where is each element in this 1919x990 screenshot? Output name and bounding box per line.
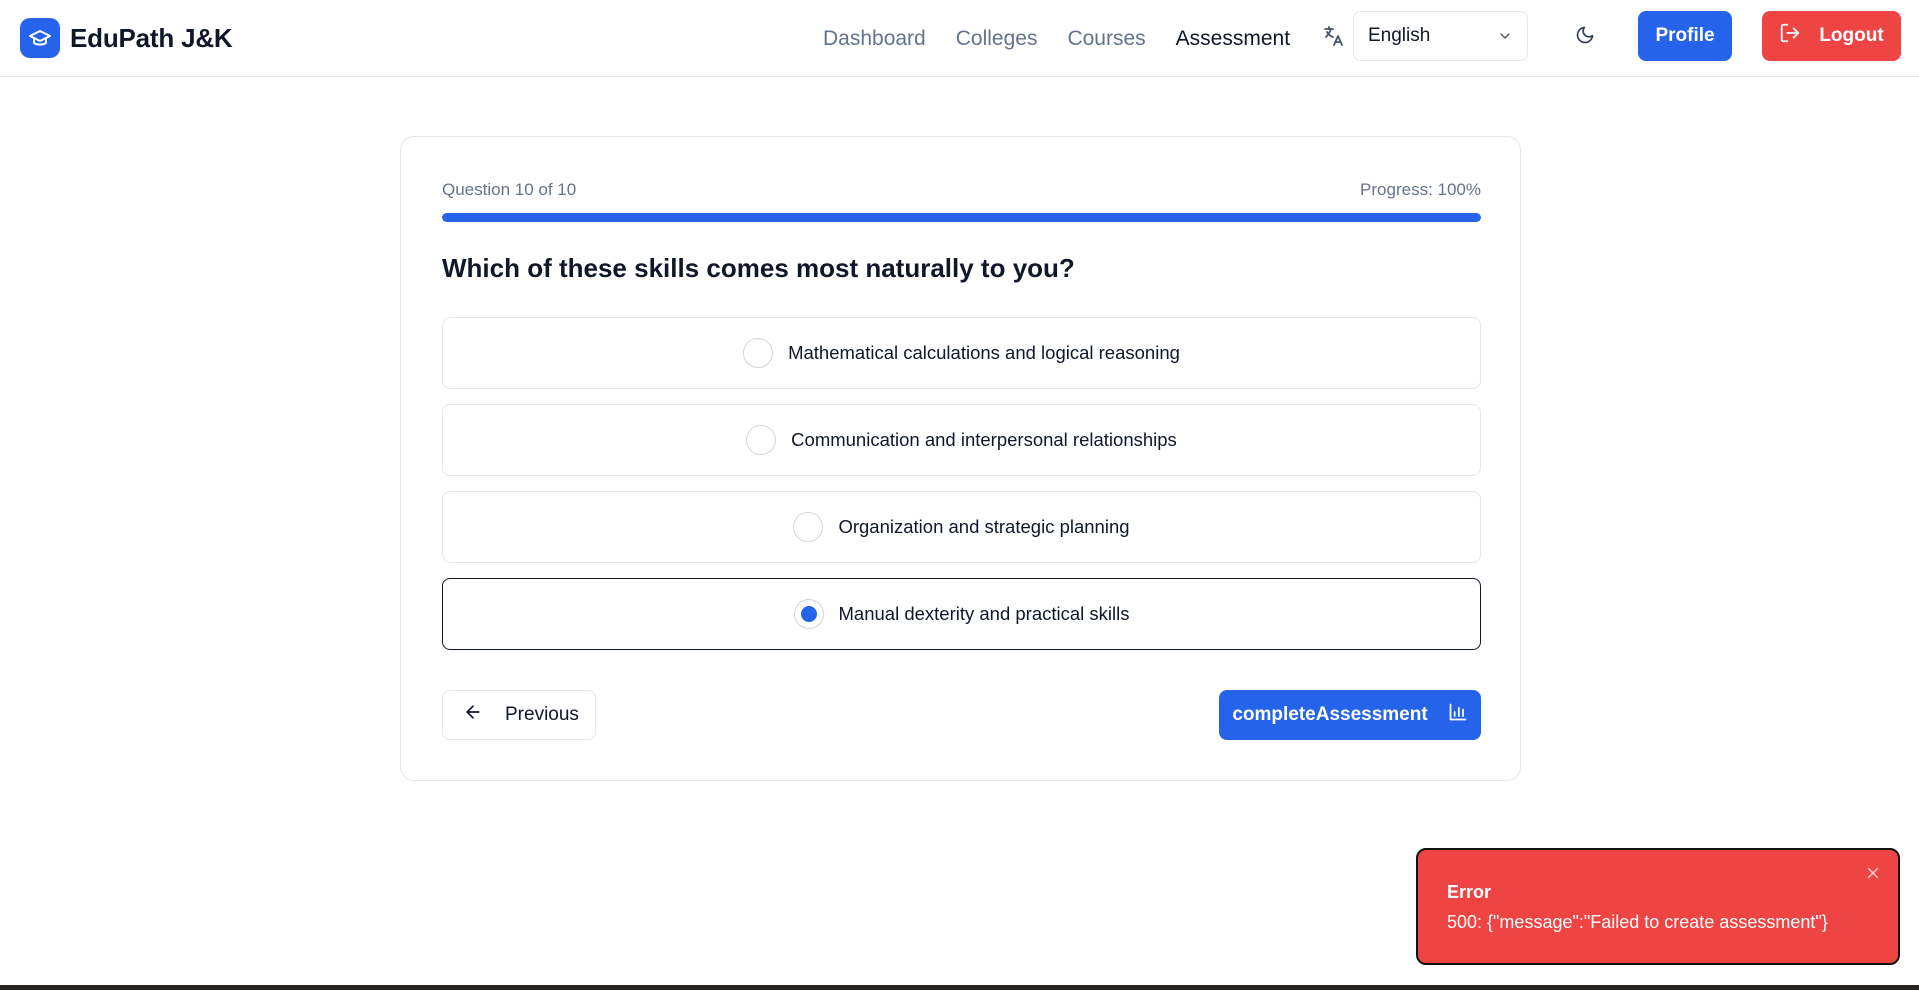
logout-label: Logout — [1819, 25, 1884, 46]
complete-assessment-label: completeAssessment — [1232, 704, 1428, 725]
brand-name: EduPath J&K — [70, 22, 233, 53]
question-text: Which of these skills comes most natural… — [442, 253, 1075, 283]
progress-bar-fill — [442, 213, 1481, 222]
question-counter: Question 10 of 10 — [442, 180, 577, 199]
main-nav: Dashboard Colleges Courses Assessment — [823, 0, 1320, 77]
logout-icon — [1779, 22, 1801, 50]
language-select[interactable]: English — [1353, 11, 1528, 61]
answer-option-selected[interactable]: Manual dexterity and practical skills — [442, 578, 1481, 650]
nav-assessment[interactable]: Assessment — [1176, 27, 1290, 51]
radio-button-checked[interactable] — [793, 599, 824, 629]
brand[interactable]: EduPath J&K — [20, 18, 233, 58]
error-toast: Error 500: {"message":"Failed to create … — [1416, 848, 1900, 965]
question-meta: Question 10 of 10 Progress: 100% — [442, 180, 1481, 200]
answer-option[interactable]: Mathematical calculations and logical re… — [442, 317, 1481, 389]
close-icon[interactable] — [1864, 864, 1884, 884]
answer-option-label: Organization and strategic planning — [838, 516, 1130, 537]
toast-title: Error — [1447, 882, 1492, 902]
moon-icon — [1575, 25, 1595, 50]
bottom-edge-bar — [0, 985, 1919, 990]
translate-icon — [1321, 24, 1345, 48]
arrow-left-icon — [463, 702, 483, 728]
theme-toggle-button[interactable] — [1567, 19, 1603, 55]
chevron-down-icon — [1497, 28, 1513, 50]
answer-option[interactable]: Organization and strategic planning — [442, 491, 1481, 563]
assessment-card: Question 10 of 10 Progress: 100% Which o… — [400, 136, 1521, 781]
answer-option-label: Mathematical calculations and logical re… — [788, 342, 1180, 363]
progress-bar — [442, 213, 1481, 222]
bar-chart-icon — [1448, 702, 1468, 728]
nav-courses[interactable]: Courses — [1067, 27, 1145, 51]
radio-button[interactable] — [793, 512, 824, 542]
previous-label: Previous — [505, 704, 579, 725]
logout-button[interactable]: Logout — [1762, 11, 1901, 61]
nav-colleges[interactable]: Colleges — [956, 27, 1038, 51]
toast-message: 500: {"message":"Failed to create assess… — [1447, 912, 1828, 932]
graduation-cap-icon — [20, 18, 60, 58]
complete-assessment-button[interactable]: completeAssessment — [1219, 690, 1481, 740]
top-navbar: EduPath J&K Dashboard Colleges Courses A… — [0, 0, 1919, 77]
nav-dashboard[interactable]: Dashboard — [823, 27, 926, 51]
language-select-value: English — [1368, 25, 1431, 46]
answer-option-label: Manual dexterity and practical skills — [838, 603, 1130, 624]
radio-dot — [800, 606, 817, 622]
radio-button[interactable] — [743, 338, 774, 368]
progress-label: Progress: 100% — [1360, 180, 1481, 199]
previous-button[interactable]: Previous — [442, 690, 596, 740]
answer-option[interactable]: Communication and interpersonal relation… — [442, 404, 1481, 476]
radio-button[interactable] — [746, 425, 777, 455]
answer-option-label: Communication and interpersonal relation… — [791, 429, 1177, 450]
profile-button[interactable]: Profile — [1638, 11, 1732, 61]
